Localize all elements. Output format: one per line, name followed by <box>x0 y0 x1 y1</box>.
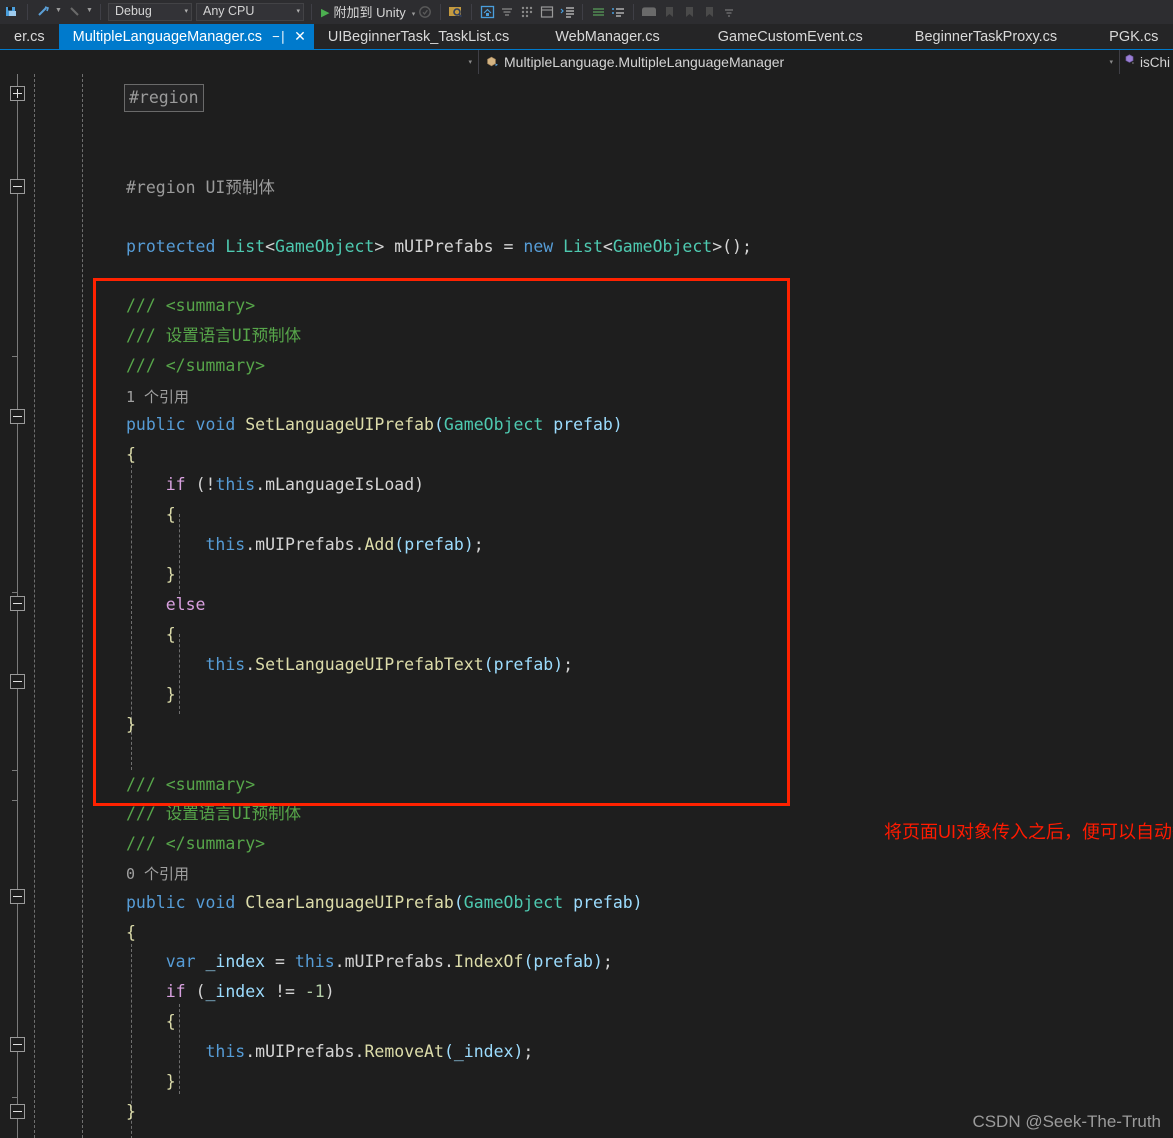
tab-gamecustomevent-cs[interactable]: GameCustomEvent.cs <box>691 24 889 49</box>
code-line: } <box>165 685 176 704</box>
tab-label: PGK.cs <box>1109 28 1159 45</box>
bookmark-next-icon[interactable] <box>679 2 699 22</box>
code-line: /// </summary> <box>126 356 266 375</box>
chevron-down-icon: ▾ <box>184 8 188 15</box>
annotation-note: 将页面UI对象传入之后，便可以自动翻译 <box>884 822 1173 842</box>
type-dropdown[interactable]: MultipleLanguage.MultipleLanguageManager… <box>478 50 1120 74</box>
code-line: this.SetLanguageUIPrefabText(prefab); <box>205 655 574 674</box>
tab-label: MultipleLanguageManager.cs <box>72 28 263 45</box>
error-list-icon[interactable] <box>537 2 557 22</box>
member-dropdown[interactable]: isChi <box>1120 50 1173 74</box>
code-line: { <box>165 625 176 644</box>
code-line: } <box>165 565 176 584</box>
collapsed-region-chip[interactable]: #region <box>124 84 204 112</box>
tab-pgk-cs[interactable]: PGK.cs <box>1083 24 1173 49</box>
code-line: #region UI预制体 <box>126 178 275 197</box>
navigation-bar: ▾ MultipleLanguage.MultipleLanguageManag… <box>0 49 1173 74</box>
visual-studio-window: ▼ ▼ Debug ▾ Any CPU ▾ ▶ 附加到 Unity ▾ er.c… <box>0 0 1173 1138</box>
hot-reload-icon[interactable] <box>415 2 435 22</box>
solution-platform-value: Any CPU <box>203 3 255 18</box>
save-all-icon[interactable] <box>2 2 22 22</box>
redo-dropdown-icon[interactable]: ▼ <box>84 7 95 17</box>
output-window-icon[interactable] <box>557 2 577 22</box>
bookmark-clear-icon[interactable] <box>719 2 739 22</box>
project-dropdown[interactable]: ▾ <box>0 50 478 74</box>
tab-beginnertaskproxy-cs[interactable]: BeginnerTaskProxy.cs <box>888 24 1084 49</box>
tab-webmanager-cs[interactable]: WebManager.cs <box>523 24 692 49</box>
toolbox-icon[interactable] <box>517 2 537 22</box>
toolbar-divider-5 <box>471 4 473 20</box>
code-line: } <box>126 715 136 734</box>
search-icon[interactable] <box>446 2 466 22</box>
code-line: { <box>126 923 136 942</box>
task-list-icon[interactable] <box>608 2 628 22</box>
code-line: var _index = this.mUIPrefabs.IndexOf(pre… <box>165 952 613 971</box>
redo-icon[interactable] <box>64 2 84 22</box>
document-tab-bar: er.cs MultipleLanguageManager.cs −∣ ✕ UI… <box>0 24 1173 49</box>
code-line: { <box>165 505 176 524</box>
code-line: public void ClearLanguageUIPrefab(GameOb… <box>126 893 643 912</box>
toolbar-divider-7 <box>633 4 635 20</box>
code-line: if (!this.mLanguageIsLoad) <box>165 475 425 494</box>
tab-label: BeginnerTaskProxy.cs <box>914 28 1058 45</box>
bookmark-toggle-icon[interactable] <box>699 2 719 22</box>
chevron-down-icon: ▾ <box>411 11 416 18</box>
property-icon <box>1124 53 1137 71</box>
code-text-surface[interactable]: #region UI预制体 protected List<GameObject> … <box>0 74 1173 1138</box>
tab-label: GameCustomEvent.cs <box>717 28 863 45</box>
toolbar-divider-2 <box>100 4 101 20</box>
solution-platform-combo[interactable]: Any CPU ▾ <box>196 3 304 21</box>
code-line: 0 个引用 <box>126 865 190 883</box>
comment-block-icon[interactable] <box>639 2 659 22</box>
code-line: else <box>165 595 206 614</box>
attach-to-unity-label: 附加到 Unity <box>333 4 406 20</box>
bookmark-previous-icon[interactable] <box>659 2 679 22</box>
undo-dropdown-icon[interactable]: ▼ <box>53 7 64 17</box>
tab-label: er.cs <box>14 28 45 45</box>
code-line: this.mUIPrefabs.Add(prefab); <box>205 535 484 554</box>
code-line: if (_index != -1) <box>165 982 335 1001</box>
chevron-down-icon: ▾ <box>296 8 300 15</box>
type-dropdown-label: MultipleLanguage.MultipleLanguageManager <box>504 54 785 70</box>
chevron-down-icon: ▾ <box>1109 59 1113 66</box>
tab-er-cs[interactable]: er.cs <box>0 24 59 49</box>
solution-configuration-combo[interactable]: Debug ▾ <box>108 3 192 21</box>
solution-configuration-value: Debug <box>115 3 152 18</box>
tab-label: UIBeginnerTask_TaskList.cs <box>327 28 510 45</box>
chevron-down-icon: ▾ <box>468 59 472 66</box>
pin-icon[interactable]: −∣ <box>272 29 286 45</box>
code-line: /// <summary> <box>126 775 256 794</box>
toolbar-divider-3 <box>311 4 312 20</box>
code-line: /// 设置语言UI预制体 <box>126 326 302 345</box>
solution-explorer-icon[interactable] <box>477 2 497 22</box>
attach-to-unity-button[interactable]: ▶ 附加到 Unity ▾ <box>321 3 415 22</box>
toolbar-divider-6 <box>582 4 584 20</box>
class-icon <box>485 55 499 69</box>
tab-uibeginnertask-tasklist-cs[interactable]: UIBeginnerTask_TaskList.cs <box>313 24 524 49</box>
undo-icon[interactable] <box>33 2 53 22</box>
play-icon: ▶ <box>321 6 330 19</box>
properties-window-icon[interactable] <box>497 2 517 22</box>
code-line: /// <summary> <box>126 296 256 315</box>
code-line: 1 个引用 <box>126 388 190 406</box>
code-line: public void SetLanguageUIPrefab(GameObje… <box>126 415 623 434</box>
code-line: this.mUIPrefabs.RemoveAt(_index); <box>205 1042 534 1061</box>
tab-multiplelanguagemanager-cs[interactable]: MultipleLanguageManager.cs −∣ ✕ <box>58 24 314 49</box>
code-line: protected List<GameObject> mUIPrefabs = … <box>126 237 752 256</box>
close-icon[interactable]: ✕ <box>294 28 306 45</box>
member-dropdown-label: isChi <box>1140 54 1171 70</box>
csdn-watermark: CSDN @Seek-The-Truth <box>972 1112 1161 1131</box>
code-line: { <box>165 1012 176 1031</box>
tab-label: WebManager.cs <box>555 28 660 45</box>
code-editor[interactable]: #region UI预制体 protected List<GameObject> … <box>0 74 1173 1138</box>
code-line: } <box>165 1072 176 1091</box>
find-results-icon[interactable] <box>588 2 608 22</box>
toolbar-divider-4 <box>440 4 442 20</box>
code-line: { <box>126 445 136 464</box>
toolbar-divider <box>27 4 28 20</box>
toolbar: ▼ ▼ Debug ▾ Any CPU ▾ ▶ 附加到 Unity ▾ <box>0 0 1173 24</box>
